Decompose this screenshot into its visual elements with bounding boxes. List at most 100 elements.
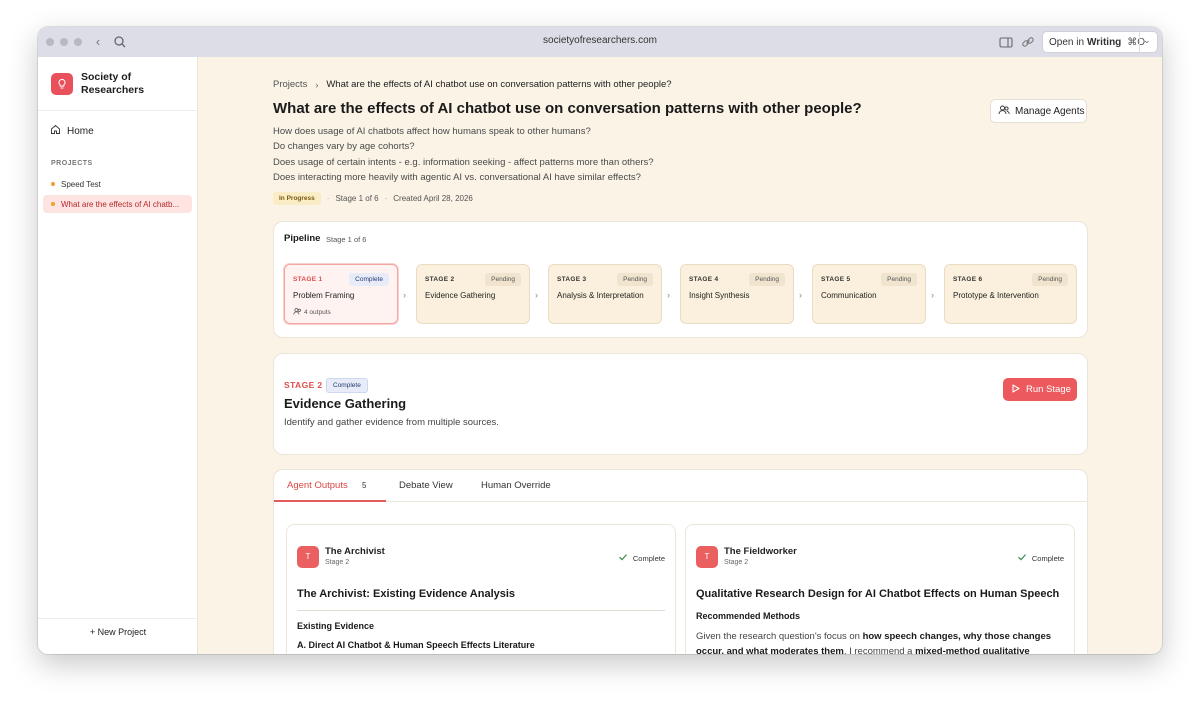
stage-status-badge: Pending <box>749 273 785 286</box>
check-icon <box>1017 552 1027 564</box>
sidebar-item-label: What are the effects of AI chatb... <box>61 199 180 209</box>
manage-agents-label: Manage Agents <box>1015 105 1085 117</box>
stage-status-badge: Pending <box>1032 273 1068 286</box>
question-line: Does interacting more heavily with agent… <box>273 171 641 183</box>
question-line: Does usage of certain intents - e.g. inf… <box>273 156 654 168</box>
new-project-label: New Project <box>97 627 147 637</box>
stage-status-badge: Pending <box>617 273 653 286</box>
sidebar-item-label: Home <box>67 125 94 137</box>
stage-status-badge: Complete <box>349 273 389 286</box>
agent-name: The Fieldworker <box>724 546 797 557</box>
agent-output-title: Qualitative Research Design for AI Chatb… <box>696 588 1060 600</box>
stage-name: Prototype & Intervention <box>953 291 1039 300</box>
body-emphasis: mixed-method qualitative <box>915 646 1030 654</box>
agent-status-label: Complete <box>632 553 665 563</box>
question-line: How does usage of AI chatbots affect how… <box>273 126 591 137</box>
project-meta: In Progress · Stage 1 of 6 · Created Apr… <box>273 192 473 205</box>
chevron-down-icon[interactable]: ⌄ <box>1143 35 1151 46</box>
divider <box>1139 32 1140 52</box>
plus-icon: + <box>89 627 96 637</box>
breadcrumb: Projects › What are the effects of AI ch… <box>273 79 672 90</box>
meta-separator: · <box>384 194 388 203</box>
stage-label: STAGE 1 <box>293 276 323 283</box>
tab-bar: Agent Outputs 5 Debate View Human Overri… <box>274 470 1087 502</box>
stage-card-6[interactable]: STAGE 6 Pending Prototype & Intervention <box>944 264 1077 324</box>
stage-card-2[interactable]: STAGE 2 Pending Evidence Gathering <box>416 264 530 324</box>
created-meta: Created April 28, 2026 <box>393 194 473 203</box>
question-line: Do changes vary by age cohorts? <box>273 141 415 153</box>
stage-label: STAGE 2 <box>425 276 455 283</box>
research-questions: How does usage of AI chatbots affect how… <box>273 124 654 185</box>
output-section-heading: Recommended Methods <box>696 611 801 621</box>
body-text: Given the research question's focus on <box>696 631 863 642</box>
check-icon <box>618 552 628 564</box>
stage-card-5[interactable]: STAGE 5 Pending Communication <box>812 264 926 324</box>
title-bar: ‹ societyofresearchers.com Open in Writi… <box>38 27 1162 57</box>
agent-outputs-count: 5 <box>362 481 367 490</box>
tab-debate-view[interactable]: Debate View <box>399 480 453 491</box>
run-stage-label: Run Stage <box>1026 384 1071 395</box>
pipeline-card: Pipeline Stage 1 of 6 STAGE 1 Complete P… <box>273 221 1088 338</box>
stage-label: STAGE 2 <box>284 380 323 390</box>
pipeline-subtitle: Stage 1 of 6 <box>326 235 367 244</box>
open-in-app: Writing <box>1087 36 1122 48</box>
stage-name: Insight Synthesis <box>689 291 750 300</box>
chevron-right-icon: › <box>535 290 538 300</box>
breadcrumb-root[interactable]: Projects <box>273 79 307 90</box>
brand[interactable]: Society of Researchers <box>51 71 161 97</box>
avatar: T <box>696 546 718 568</box>
sidebar: Society of Researchers Home PROJECTS Spe… <box>38 57 198 654</box>
stage-card-4[interactable]: STAGE 4 Pending Insight Synthesis <box>680 264 794 324</box>
meta-separator: · <box>326 194 330 203</box>
stage-label: STAGE 6 <box>953 276 983 283</box>
body-text: , I recommend a <box>843 646 916 654</box>
stage-label: STAGE 4 <box>689 276 719 283</box>
agent-output-card: T The Fieldworker Stage 2 Complete Quali… <box>685 524 1075 654</box>
stage-status-badge: Pending <box>485 273 521 286</box>
chevron-right-icon: › <box>931 290 934 300</box>
stage-card-1[interactable]: STAGE 1 Complete Problem Framing 4 outpu… <box>284 264 398 324</box>
new-project-button[interactable]: + New Project <box>38 627 198 637</box>
stage-outputs-count: 4 outputs <box>304 309 331 316</box>
output-section-heading: Existing Evidence <box>297 621 375 631</box>
stage-status-badge: Complete <box>326 378 368 393</box>
outputs-panel: Agent Outputs 5 Debate View Human Overri… <box>273 469 1088 654</box>
sidebar-toggle-icon[interactable] <box>998 34 1014 50</box>
stage-name: Evidence Gathering <box>425 291 496 300</box>
stage-name: Analysis & Interpretation <box>557 291 644 300</box>
tab-agent-outputs[interactable]: Agent Outputs <box>287 480 348 491</box>
home-icon <box>50 124 61 138</box>
open-in-label: Open in <box>1049 36 1085 48</box>
stage-status-badge: Pending <box>881 273 917 286</box>
agent-status: Complete <box>618 552 665 564</box>
chevron-right-icon: › <box>667 290 670 300</box>
agent-stage: Stage 2 <box>724 559 749 566</box>
link-icon[interactable] <box>1020 34 1036 50</box>
lightbulb-icon <box>51 73 73 95</box>
stage-description: Identify and gather evidence from multip… <box>284 417 499 428</box>
avatar: T <box>297 546 319 568</box>
page-title: What are the effects of AI chatbot use o… <box>273 100 862 117</box>
manage-agents-button[interactable]: Manage Agents <box>990 99 1087 123</box>
output-body-text: Given the research question's focus on h… <box>696 629 1066 654</box>
breadcrumb-current: What are the effects of AI chatbot use o… <box>326 79 672 90</box>
stage-card-3[interactable]: STAGE 3 Pending Analysis & Interpretatio… <box>548 264 662 324</box>
stage-title: Evidence Gathering <box>284 396 407 411</box>
open-in-button[interactable]: Open in Writing ⌘O ⌄ <box>1042 31 1158 53</box>
sidebar-item-project-active[interactable]: What are the effects of AI chatb... <box>43 195 192 213</box>
run-stage-button[interactable]: Run Stage <box>1003 378 1077 401</box>
tab-human-override[interactable]: Human Override <box>481 480 551 491</box>
users-icon <box>998 104 1010 119</box>
stage-label: STAGE 3 <box>557 276 587 283</box>
sidebar-item-project[interactable]: Speed Test <box>43 175 192 193</box>
status-badge: In Progress <box>273 192 321 205</box>
agent-name: The Archivist <box>325 546 385 557</box>
stage-outputs: 4 outputs <box>293 307 331 318</box>
url-bar[interactable]: societyofresearchers.com <box>38 35 1162 46</box>
sidebar-item-label: Speed Test <box>61 179 101 189</box>
agent-output-card: T The Archivist Stage 2 Complete The Arc… <box>286 524 676 654</box>
agent-output-title: The Archivist: Existing Evidence Analysi… <box>297 588 516 600</box>
chevron-right-icon: › <box>799 290 802 300</box>
play-icon <box>1010 383 1021 397</box>
sidebar-item-home[interactable]: Home <box>50 124 94 138</box>
